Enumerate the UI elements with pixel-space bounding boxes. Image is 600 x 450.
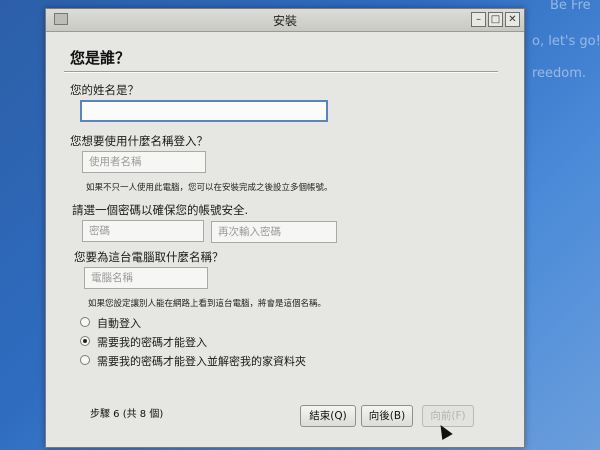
radio-label: 需要我的密碼才能登入 bbox=[97, 336, 207, 349]
full-name-field[interactable] bbox=[80, 100, 328, 122]
page-title: 您是誰？ bbox=[70, 49, 131, 67]
username-field[interactable] bbox=[82, 151, 206, 173]
back-button[interactable]: 向後(B) bbox=[361, 405, 413, 427]
password-label: 請選一個密碼以確保您的帳號安全. bbox=[72, 203, 249, 217]
radio-button-checked[interactable] bbox=[80, 336, 90, 346]
installer-dialog: 安裝 – □ ✕ 您是誰？ 您的姓名是？ 您想要使用什麼名稱登入？ 如果不只一人… bbox=[45, 8, 525, 448]
password-field[interactable] bbox=[82, 220, 204, 242]
desktop-text-2: o, let's go! bbox=[532, 34, 600, 49]
step-indicator: 步驟 6 (共 8 個) bbox=[90, 409, 164, 420]
password-repeat-field[interactable] bbox=[211, 221, 337, 243]
window-title: 安裝 bbox=[272, 14, 297, 28]
desktop-text-3: reedom. bbox=[532, 66, 587, 81]
name-label: 您的姓名是？ bbox=[70, 83, 139, 97]
radio-button[interactable] bbox=[80, 317, 90, 327]
close-icon[interactable]: ✕ bbox=[505, 12, 520, 27]
computer-name-label: 您要為這台電腦取什麼名稱？ bbox=[74, 250, 224, 264]
login-name-label: 您想要使用什麼名稱登入？ bbox=[70, 134, 208, 148]
radio-label: 需要我的密碼才能登入並解密我的家資料夾 bbox=[97, 355, 306, 368]
quit-button[interactable]: 結束(Q) bbox=[300, 405, 356, 427]
forward-button[interactable]: 向前(F) bbox=[422, 405, 474, 427]
minimize-icon[interactable]: – bbox=[471, 12, 486, 27]
radio-button[interactable] bbox=[80, 355, 90, 365]
computer-name-field[interactable] bbox=[84, 267, 208, 289]
divider bbox=[64, 71, 498, 73]
desktop-text-1: Be Fre bbox=[550, 0, 591, 13]
title-bar[interactable]: 安裝 – □ ✕ bbox=[46, 9, 524, 32]
login-note: 如果不只一人使用此電腦，您可以在安裝完成之後設立多個帳號。 bbox=[86, 183, 333, 193]
radio-label: 自動登入 bbox=[97, 317, 141, 330]
maximize-icon[interactable]: □ bbox=[488, 12, 503, 27]
computer-name-note: 如果您設定讓別人能在網路上看到這台電腦，將會是這個名稱。 bbox=[88, 299, 327, 309]
